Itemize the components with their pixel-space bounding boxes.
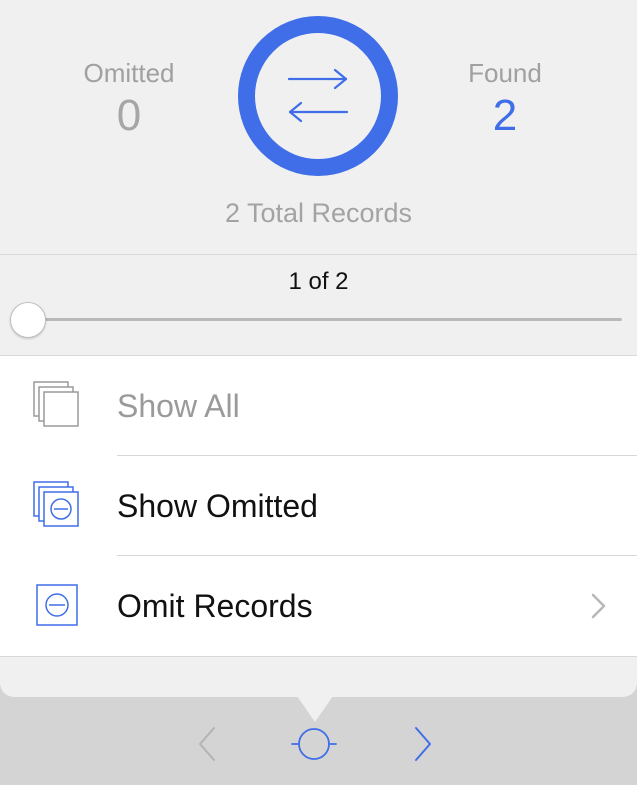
found-count: 2 [492,91,518,140]
menu-item-label: Show All [117,388,240,424]
record-slider-thumb[interactable] [10,302,46,338]
omitted-records-icon [33,481,79,527]
chevron-right-icon [591,593,606,619]
bottom-toolbar [0,697,637,785]
records-popover: Omitted 0 Found 2 2 Total Records 1 of 2 [0,0,637,697]
stacked-records-icon [33,381,79,427]
record-slider-icon[interactable] [289,721,339,767]
total-records-label: 2 Total Records [224,198,413,228]
omitted-stat[interactable]: Omitted 0 [49,58,209,141]
menu-item-show-all[interactable]: Show All [0,356,637,456]
menu-item-label: Show Omitted [117,488,318,524]
found-label: Found [468,58,542,88]
omitted-count: 0 [116,91,142,140]
omit-record-icon [36,584,78,626]
record-position-label: 1 of 2 [288,268,349,295]
records-summary: Omitted 0 Found 2 2 Total Records [0,0,637,254]
record-slider-track[interactable] [28,318,622,321]
swap-found-omitted-icon[interactable] [237,15,399,177]
previous-record-icon[interactable] [182,721,232,767]
menu-item-show-omitted[interactable]: Show Omitted [0,456,637,556]
next-record-icon[interactable] [398,721,448,767]
record-pager: 1 of 2 [0,255,637,355]
omitted-label: Omitted [83,58,175,88]
found-stat[interactable]: Found 2 [425,58,585,141]
records-menu: Show All Show Omitted Omit Records [0,355,637,657]
menu-item-label: Omit Records [117,588,313,624]
menu-item-omit-records[interactable]: Omit Records [0,556,637,656]
